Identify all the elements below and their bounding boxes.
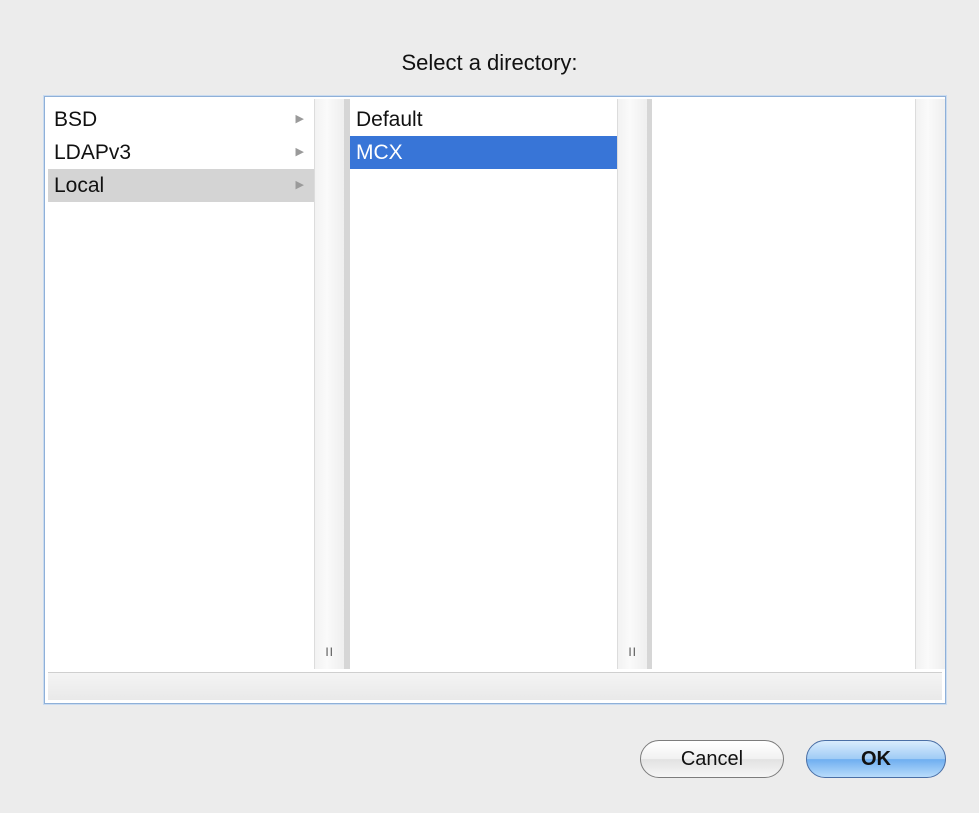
ok-button[interactable]: OK [806, 740, 946, 778]
disclosure-arrow-icon: ▶ [295, 179, 304, 191]
column-item-ldapv3[interactable]: LDAPv3 ▶ [48, 136, 314, 169]
dialog-title: Select a directory: [401, 50, 578, 75]
column-resize-grip-icon[interactable]: II [325, 645, 334, 659]
column-3[interactable] [652, 99, 945, 669]
cancel-button[interactable]: Cancel [640, 740, 784, 778]
column-item-local[interactable]: Local ▶ [48, 169, 314, 202]
column-3-scrollbar[interactable] [915, 99, 945, 669]
column-item-default[interactable]: Default [350, 103, 617, 136]
column-resize-grip-icon[interactable]: II [628, 645, 637, 659]
directory-column-browser[interactable]: BSD ▶ LDAPv3 ▶ Local ▶ II Default MCX II [44, 96, 946, 704]
disclosure-arrow-icon: ▶ [295, 146, 304, 158]
column-2-items: Default MCX [350, 103, 617, 169]
column-1-items: BSD ▶ LDAPv3 ▶ Local ▶ [48, 103, 314, 202]
column-item-label: Local [54, 174, 105, 197]
column-1-scrollbar[interactable]: II [314, 99, 344, 669]
column-item-label: Default [356, 108, 423, 131]
column-item-label: MCX [356, 141, 403, 164]
column-item-label: BSD [54, 108, 98, 131]
column-1[interactable]: BSD ▶ LDAPv3 ▶ Local ▶ II [48, 99, 344, 669]
column-2[interactable]: Default MCX II [350, 99, 647, 669]
disclosure-arrow-icon: ▶ [295, 113, 304, 125]
column-item-bsd[interactable]: BSD ▶ [48, 103, 314, 136]
column-item-label: LDAPv3 [54, 141, 132, 164]
column-item-mcx[interactable]: MCX [350, 136, 617, 169]
column-2-scrollbar[interactable]: II [617, 99, 647, 669]
horizontal-scrollbar[interactable] [48, 672, 942, 700]
